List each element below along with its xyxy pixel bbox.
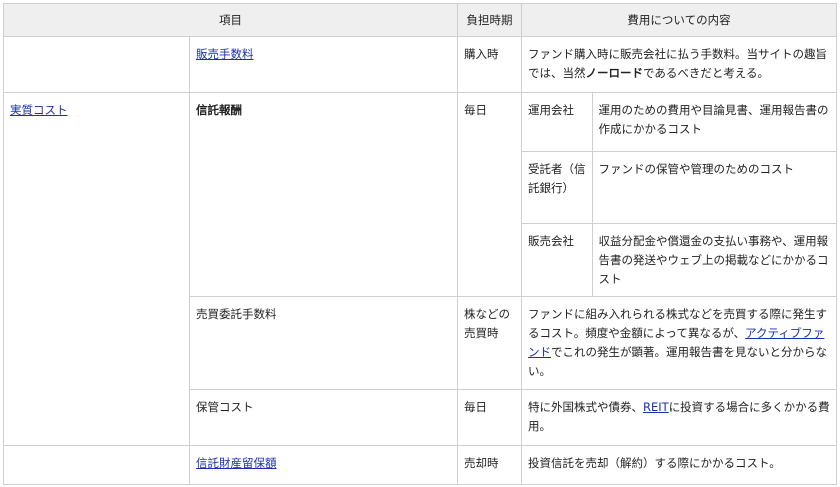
content-text: でこれの発生が顕著。運用報告書を見ないと分からない。 bbox=[528, 345, 827, 378]
content-cell: 特に外国株式や債券、REITに投資する場合に多くかかる費用。 bbox=[521, 389, 837, 446]
table-row-trust-fee: 実質コスト 信託報酬 毎日 運用会社 運用のための費用や目論見書、運用報告書の作… bbox=[3, 92, 837, 446]
retention-link[interactable]: 信託財産留保額 bbox=[196, 456, 277, 470]
header-item: 項目 bbox=[3, 3, 458, 37]
party-cell: 販売会社 bbox=[528, 233, 574, 248]
desc-cell: 収益分配金や償還金の支払い事務や、運用報告書の発送やウェブ上の掲載などにかかるコ… bbox=[591, 223, 836, 296]
sub-row: 運用会社 運用のための費用や目論見書、運用報告書の作成にかかるコスト bbox=[522, 93, 836, 152]
content-cell: ファンド購入時に販売会社に払う手数料。当サイトの趣旨では、当然ノーロードであるべ… bbox=[521, 36, 837, 93]
party-cell: 運用会社 bbox=[522, 93, 592, 152]
timing-cell: 株などの売買時 bbox=[457, 296, 522, 390]
timing-cell: 毎日 bbox=[457, 389, 522, 446]
sub-row: 受託者（信託銀行） ファンドの保管や管理のためのコスト bbox=[522, 151, 836, 224]
sales-fee-link[interactable]: 販売手数料 bbox=[196, 47, 254, 61]
timing-cell: 売却時 bbox=[457, 445, 522, 485]
reit-link[interactable]: REIT bbox=[643, 400, 669, 414]
header-content: 費用についての内容 bbox=[521, 3, 837, 37]
category-empty-cell bbox=[3, 445, 190, 485]
timing-cell: 毎日 bbox=[457, 92, 522, 297]
table-row-sales-fee: 販売手数料 購入時 ファンド購入時に販売会社に払う手数料。当サイトの趣旨では、当… bbox=[3, 36, 837, 93]
header-timing: 負担時期 bbox=[457, 3, 522, 37]
real-cost-link[interactable]: 実質コスト bbox=[10, 103, 68, 117]
item-cell: 販売手数料 bbox=[189, 36, 458, 93]
content-cell: ファンドに組み入れられる株式などを売買する際に発生するコスト。頻度や金額によって… bbox=[521, 296, 837, 390]
trust-fee-subtable: 運用会社 運用のための費用や目論見書、運用報告書の作成にかかるコスト 受託者（信… bbox=[522, 93, 836, 296]
cost-table: 項目 負担時期 費用についての内容 販売手数料 購入時 ファンド購入時に販売会社… bbox=[3, 3, 837, 485]
item-cell: 売買委託手数料 bbox=[189, 296, 458, 390]
content-text: 特に外国株式や債券、 bbox=[528, 400, 643, 414]
party-cell: 受託者（信託銀行） bbox=[522, 151, 592, 224]
desc-cell: 運用のための費用や目論見書、運用報告書の作成にかかるコスト bbox=[591, 93, 836, 152]
desc-cell: ファンドの保管や管理のためのコスト bbox=[591, 151, 836, 224]
table-row-retention: 信託財産留保額 売却時 投資信託を売却（解約）する際にかかるコスト。 bbox=[3, 445, 837, 485]
item-cell: 信託報酬 bbox=[189, 92, 458, 297]
timing-cell: 購入時 bbox=[457, 36, 522, 93]
content-text: であるべきだと考える。 bbox=[643, 66, 770, 80]
category-empty-cell bbox=[3, 36, 190, 93]
category-cell: 実質コスト bbox=[3, 92, 190, 446]
content-cell: 投資信託を売却（解約）する際にかかるコスト。 bbox=[521, 445, 837, 485]
header-row: 項目 負担時期 費用についての内容 bbox=[3, 3, 837, 37]
sub-row: 販売会社 収益分配金や償還金の支払い事務や、運用報告書の発送やウェブ上の掲載など… bbox=[522, 223, 836, 296]
no-load-emphasis: ノーロード bbox=[585, 66, 644, 80]
item-cell: 信託財産留保額 bbox=[189, 445, 458, 485]
sub-table-cell: 運用会社 運用のための費用や目論見書、運用報告書の作成にかかるコスト 受託者（信… bbox=[521, 92, 837, 297]
item-cell: 保管コスト bbox=[189, 389, 458, 446]
